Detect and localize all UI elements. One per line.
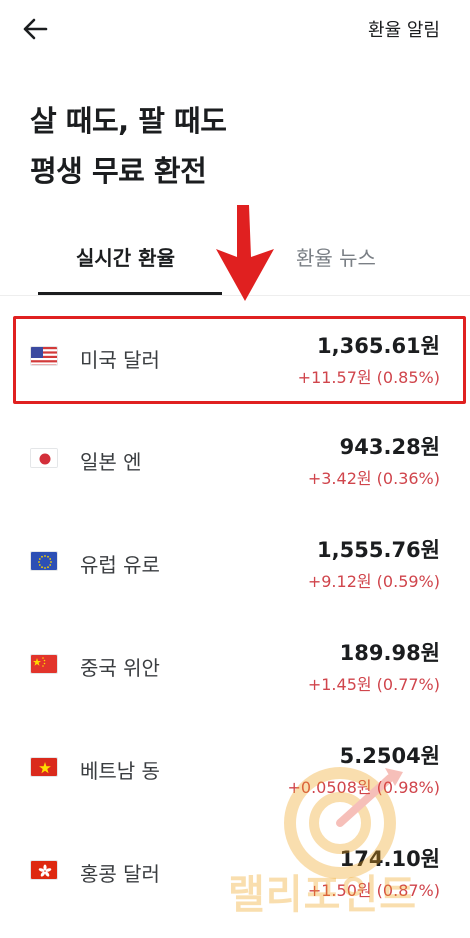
tab-rate-news[interactable]: 환율 뉴스: [296, 242, 376, 271]
currency-name: 베트남 동: [80, 759, 160, 783]
back-button[interactable]: [18, 12, 52, 46]
rate-row-usd[interactable]: 미국 달러 1,365.61원 +11.57원 (0.85%): [0, 318, 470, 418]
top-bar: 환율 알림: [0, 0, 470, 56]
page-title-line-2: 평생 무료 환전: [30, 154, 207, 188]
rate-alert-link[interactable]: 환율 알림: [368, 16, 440, 42]
jp-flag-icon: [30, 448, 58, 468]
rate-row-cny[interactable]: 중국 위안 189.98원 +1.45원 (0.77%): [0, 617, 470, 717]
currency-name: 미국 달러: [80, 348, 160, 372]
currency-change: +1.45원 (0.77%): [307, 675, 440, 694]
currency-change: +9.12원 (0.59%): [307, 572, 440, 591]
currency-name: 홍콩 달러: [80, 862, 160, 886]
currency-name: 일본 엔: [80, 450, 142, 474]
currency-price: 1,555.76원: [317, 538, 440, 562]
currency-name: 중국 위안: [80, 656, 160, 680]
rate-row-vnd[interactable]: 베트남 동 5.2504원 +0.0508원 (0.98%): [0, 720, 470, 820]
active-tab-indicator: [38, 292, 222, 295]
arrow-left-icon: [23, 18, 48, 40]
watermark-text: 랠리포인트: [228, 872, 417, 918]
currency-change: +0.0508원 (0.98%): [287, 778, 440, 797]
tab-realtime-rates[interactable]: 실시간 환율: [76, 242, 175, 271]
currency-price: 1,365.61원: [317, 334, 440, 358]
currency-price: 943.28원: [339, 435, 440, 459]
currency-change: +3.42원 (0.36%): [307, 469, 440, 488]
annotation-arrow-icon: [216, 205, 274, 301]
currency-price: 5.2504원: [339, 744, 440, 768]
cn-flag-icon: [30, 654, 58, 674]
currency-change: +11.57원 (0.85%): [297, 368, 440, 387]
hk-flag-icon: [30, 860, 58, 880]
page-title: 살 때도, 팔 때도 평생 무료 환전: [30, 96, 227, 196]
us-flag-icon: [30, 346, 58, 366]
currency-name: 유럽 유로: [80, 553, 160, 577]
rate-row-eur[interactable]: 유럽 유로 1,555.76원 +9.12원 (0.59%): [0, 514, 470, 614]
rate-row-jpy[interactable]: 일본 엔 943.28원 +3.42원 (0.36%): [0, 411, 470, 511]
page-title-line-1: 살 때도, 팔 때도: [30, 104, 227, 138]
currency-price: 189.98원: [339, 641, 440, 665]
eu-flag-icon: [30, 551, 58, 571]
vn-flag-icon: [30, 757, 58, 777]
